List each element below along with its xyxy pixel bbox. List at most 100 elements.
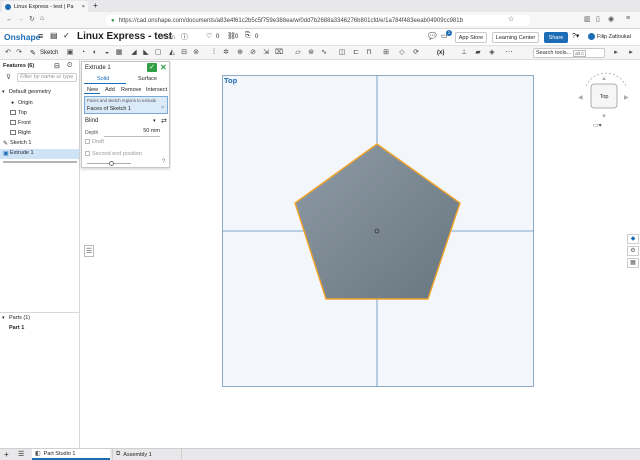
rollback-bar[interactable] (3, 161, 77, 163)
cancel-x-icon[interactable]: ✕ (160, 63, 167, 72)
panel-divider[interactable] (0, 312, 80, 313)
branch-label[interactable]: Main (162, 35, 175, 41)
new-tab-icon[interactable]: + (93, 1, 98, 10)
view-cube-up-arrow-icon[interactable]: ▲ (601, 76, 607, 82)
linear-pattern-icon[interactable]: ⁞ (210, 49, 218, 57)
mate-connector-icon[interactable]: ⊛ (307, 49, 315, 57)
custom-features-icon[interactable]: ◈ (488, 49, 496, 57)
op-remove[interactable]: Remove (121, 87, 141, 93)
back-icon[interactable]: ← (6, 16, 13, 23)
rollback-icon[interactable]: ⏲ (67, 62, 72, 70)
split-icon[interactable]: ⊘ (249, 49, 257, 57)
toolbar-expand-icon[interactable]: ▸ (627, 49, 635, 57)
expand-parts-icon[interactable]: ▾ (2, 315, 5, 321)
measure-icon[interactable]: ⊥ (460, 49, 468, 57)
learning-center-button[interactable]: Learning Center (492, 32, 539, 43)
flange-icon[interactable]: ⊏ (352, 49, 360, 57)
view-cube-right-arrow-icon[interactable]: ▶ (624, 95, 629, 101)
bookmark-icon[interactable]: ☆ (508, 15, 514, 23)
variable-button[interactable]: (x) (437, 50, 444, 56)
plane-icon[interactable]: ▱ (294, 49, 302, 57)
onshape-logo[interactable]: Onshape (4, 32, 40, 42)
sidebar-icon[interactable]: ▯ (596, 15, 600, 23)
tab-part-studio-1[interactable]: ◧ Part Studio 1 (32, 449, 110, 460)
forward-icon[interactable]: → (17, 16, 24, 23)
revolve-icon[interactable]: ◔ (79, 49, 87, 57)
depth-input[interactable]: 50 mm (104, 128, 160, 137)
sweep-icon[interactable]: ◐ (91, 49, 99, 57)
documents-icon[interactable]: ▤ (50, 31, 58, 40)
view-cube-left-arrow-icon[interactable]: ◀ (578, 95, 583, 101)
user-avatar-icon[interactable] (588, 33, 595, 40)
browser-tab[interactable]: Linux Express - test | Pa × (2, 1, 88, 12)
loft-icon[interactable]: ◒ (103, 49, 111, 57)
tasks-icon[interactable]: ✓ (63, 31, 70, 40)
redo-icon[interactable]: ↷ (15, 49, 23, 57)
parts-list-item[interactable]: Part 1 (9, 325, 24, 331)
op-add[interactable]: Add (105, 87, 115, 93)
hole-icon[interactable]: ⊚ (192, 49, 200, 57)
parts-header[interactable]: Parts (1) (9, 315, 30, 321)
chamfer-icon[interactable]: ◣ (142, 49, 150, 57)
circular-pattern-icon[interactable]: ✲ (222, 49, 230, 57)
helix-icon[interactable]: ∿ (320, 49, 328, 57)
close-tab-icon[interactable]: × (82, 4, 85, 10)
account-icon[interactable]: ◉ (608, 15, 614, 23)
document-title[interactable]: Linux Express - test (77, 31, 172, 42)
app-store-button[interactable]: App Store (455, 32, 487, 43)
help-icon[interactable]: ?▾ (572, 32, 579, 40)
more-tools-icon[interactable]: ⋯ (505, 49, 513, 57)
extrude-icon[interactable]: ▣ (66, 49, 74, 57)
user-name[interactable]: Filip Zatloukal (597, 34, 631, 40)
frame-icon[interactable]: ⊞ (382, 49, 390, 57)
op-intersect[interactable]: Intersect (146, 87, 167, 93)
insert-tab-icon[interactable]: + (4, 450, 9, 459)
end-type-chevron-icon[interactable]: ▾ (153, 118, 156, 124)
tree-item-front[interactable]: Front (18, 120, 31, 126)
section-view-icon[interactable]: ▰ (474, 49, 482, 57)
tab-icon[interactable]: ⊓ (365, 49, 373, 57)
thicken-icon[interactable]: ▦ (115, 49, 123, 57)
shell-icon[interactable]: ▢ (154, 49, 162, 57)
second-end-checkbox[interactable] (85, 151, 90, 156)
graphics-viewport[interactable]: Top ◀ ▶ ▲ ▼ ▭▾ Top ◆ ⚙ ▦ (171, 60, 640, 448)
viewport-canvas[interactable]: Top ◀ ▶ ▲ ▼ ▭▾ Top (171, 60, 640, 448)
faces-selection-box[interactable]: Faces and sketch regions to extrude Face… (84, 96, 168, 114)
delete-part-icon[interactable]: ⌧ (275, 49, 283, 57)
hamburger-menu-icon[interactable]: ≡ (38, 31, 43, 41)
surface-icon[interactable]: ◇ (398, 49, 406, 57)
url-field[interactable]: ● https://cad.onshape.com/documents/a83e… (106, 15, 530, 26)
share-button[interactable]: Share (544, 32, 568, 43)
default-geometry-folder[interactable]: Default geometry (9, 89, 51, 95)
tree-item-origin[interactable]: Origin (18, 100, 33, 106)
configurations-icon[interactable]: ⚙ (627, 246, 639, 256)
tab-surface[interactable]: Surface (138, 76, 157, 82)
boolean-icon[interactable]: ⊕ (236, 49, 244, 57)
draft-icon[interactable]: ◭ (168, 49, 176, 57)
tree-item-top[interactable]: Top (18, 110, 27, 116)
search-tools-input[interactable]: Search tools... alt C (533, 48, 605, 58)
undo-icon[interactable]: ↶ (4, 49, 12, 57)
expand-default-geometry-icon[interactable]: ▾ (2, 89, 5, 95)
sketch-icon[interactable]: ✎ (30, 49, 36, 57)
end-type-select[interactable]: Blind (85, 118, 98, 124)
appearance-panel-icon[interactable]: ◆ (627, 234, 639, 244)
collapse-panel-icon[interactable]: ⊟ (54, 62, 60, 70)
tab-list-icon[interactable]: ☰ (18, 450, 24, 458)
library-icon[interactable]: ▥ (584, 15, 591, 23)
sheet-metal-icon[interactable]: ◫ (338, 49, 346, 57)
show-tree-icon[interactable]: ☰ (84, 245, 94, 257)
toolbar-overflow-icon[interactable]: ▸ (612, 49, 620, 57)
clear-selection-icon[interactable]: × (161, 105, 164, 111)
accept-button[interactable]: ✓ (147, 63, 157, 72)
menu-icon[interactable]: ≡ (626, 15, 630, 22)
tree-item-sketch1-row[interactable]: ✎ Sketch 1 (0, 139, 79, 149)
tree-item-extrude1-row[interactable]: ▣ Extrude 1 (0, 149, 79, 159)
dialog-help-icon[interactable]: ? (162, 159, 165, 165)
comments-icon[interactable]: 💬 (428, 32, 437, 40)
tree-item-right[interactable]: Right (18, 130, 31, 136)
preview-slider-knob[interactable] (108, 161, 114, 166)
transform-icon[interactable]: ⇲ (262, 49, 270, 57)
tab-assembly-1[interactable]: ⧉ Assembly 1 (112, 449, 182, 460)
versions-icon[interactable]: ⎘ (245, 32, 251, 40)
